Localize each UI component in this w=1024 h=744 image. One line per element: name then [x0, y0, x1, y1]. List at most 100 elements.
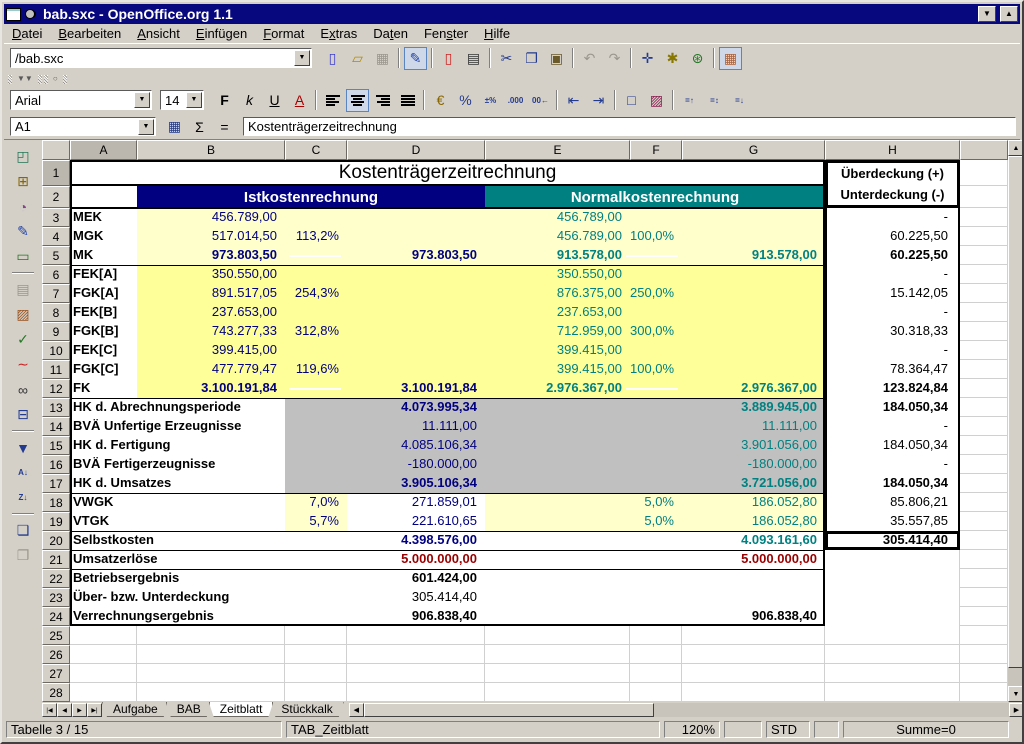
cell-F22[interactable]	[630, 569, 682, 588]
sheet-tab-zeitblatt[interactable]: Zeitblatt	[209, 702, 274, 717]
row-label-15[interactable]: HK d. Fertigung	[70, 436, 285, 455]
vertical-scroll-thumb[interactable]	[1008, 156, 1024, 668]
row-label-4[interactable]: MGK	[70, 227, 137, 246]
cell-B7[interactable]: 891.517,05	[137, 284, 285, 303]
row-header-4[interactable]: 4	[42, 227, 70, 246]
insert-mode[interactable]: STD	[766, 721, 810, 738]
cell-B5[interactable]: 973.803,50	[137, 246, 285, 265]
insert-cells-icon[interactable]: ⊞	[12, 170, 35, 193]
cell-G21[interactable]: 5.000.000,00	[682, 550, 825, 569]
cell-D24[interactable]: 906.838,40	[347, 607, 485, 626]
minimize-button[interactable]: ▼	[978, 6, 996, 22]
cell-E7[interactable]: 876.375,00	[485, 284, 630, 303]
formula-input[interactable]: Kostenträgerzeitrechnung	[243, 117, 1016, 136]
cell-H27[interactable]	[825, 664, 960, 683]
undo-icon[interactable]: ↶	[578, 47, 601, 70]
cell-F19[interactable]: 5,0%	[630, 512, 682, 531]
grid-corner[interactable]	[42, 140, 70, 160]
cell-F8[interactable]	[630, 303, 682, 322]
row-header-25[interactable]: 25	[42, 626, 70, 645]
cell-X1[interactable]	[960, 160, 1008, 186]
column-header-C[interactable]: C	[285, 140, 347, 160]
cell-C6[interactable]	[285, 265, 347, 284]
increase-indent-icon[interactable]: ⇥	[587, 89, 610, 112]
draw-functions-icon[interactable]: ✎	[12, 220, 35, 243]
cell-G3[interactable]	[682, 208, 825, 227]
cell-X5[interactable]	[960, 246, 1008, 265]
new-document-icon[interactable]: ▯	[321, 47, 344, 70]
cell-D22[interactable]: 601.424,00	[347, 569, 485, 588]
cell-F18[interactable]: 5,0%	[630, 493, 682, 512]
next-sheet-icon[interactable]: ▶	[72, 703, 87, 717]
form-controls-icon[interactable]: ▭	[12, 245, 35, 268]
cell-B12[interactable]: 3.100.191,84	[137, 379, 285, 398]
chevron-down-icon[interactable]: ▼	[186, 92, 202, 108]
pin-icon[interactable]	[25, 9, 35, 19]
toolbar-grip[interactable]	[44, 75, 48, 84]
cell-X6[interactable]	[960, 265, 1008, 284]
cell-F14[interactable]	[630, 417, 682, 436]
sum-icon[interactable]: Σ	[188, 115, 211, 138]
cell-D8[interactable]	[347, 303, 485, 322]
row-header-20[interactable]: 20	[42, 531, 70, 550]
insert-object-icon[interactable]: ◔	[12, 195, 35, 218]
column-header-A[interactable]: A	[70, 140, 137, 160]
menu-einfgen[interactable]: Einfügen	[188, 24, 255, 43]
align-bottom-icon[interactable]: =↓	[728, 89, 751, 112]
cell-G4[interactable]	[682, 227, 825, 246]
cell-C4[interactable]: 113,2%	[285, 227, 347, 246]
cell-G8[interactable]	[682, 303, 825, 322]
cell-B4[interactable]: 517.014,50	[137, 227, 285, 246]
spellcheck-icon[interactable]: ✓	[12, 328, 35, 351]
row-label-12[interactable]: FK	[70, 379, 137, 398]
cell-C8[interactable]	[285, 303, 347, 322]
scroll-left-icon[interactable]: ◀	[349, 703, 364, 717]
group-icon[interactable]: ❏	[12, 519, 35, 542]
row-label-8[interactable]: FEK[B]	[70, 303, 137, 322]
cell-H15[interactable]: 184.050,34	[825, 436, 960, 455]
cell-B26[interactable]	[137, 645, 285, 664]
cell-A25[interactable]	[70, 626, 137, 645]
cell-B11[interactable]: 477.779,47	[137, 360, 285, 379]
cell-B28[interactable]	[137, 683, 285, 702]
navigator-icon[interactable]: ✛	[636, 47, 659, 70]
cell-D6[interactable]	[347, 265, 485, 284]
cell-X19[interactable]	[960, 512, 1008, 531]
column-header-partial[interactable]	[960, 140, 1008, 160]
cell-G24[interactable]: 906.838,40	[682, 607, 825, 626]
cell-H28[interactable]	[825, 683, 960, 702]
cell-A28[interactable]	[70, 683, 137, 702]
italic-icon[interactable]: k	[238, 89, 261, 112]
row-header-13[interactable]: 13	[42, 398, 70, 417]
chevron-down-icon[interactable]: ▼	[134, 92, 150, 108]
cell-E16[interactable]	[485, 455, 630, 474]
cell-H26[interactable]	[825, 645, 960, 664]
borders-icon[interactable]: □	[620, 89, 643, 112]
row-label-11[interactable]: FGK[C]	[70, 360, 137, 379]
row-label-14[interactable]: BVÄ Unfertige Erzeugnisse	[70, 417, 285, 436]
row-header-24[interactable]: 24	[42, 607, 70, 626]
font-color-icon[interactable]: A	[288, 89, 311, 112]
row-header-5[interactable]: 5	[42, 246, 70, 265]
cell-X4[interactable]	[960, 227, 1008, 246]
cell-E22[interactable]	[485, 569, 630, 588]
cell-F15[interactable]	[630, 436, 682, 455]
row-header-1[interactable]: 1	[42, 160, 70, 186]
cell-H18[interactable]: 85.806,21	[825, 493, 960, 512]
cell-F28[interactable]	[630, 683, 682, 702]
row-label-20[interactable]: Selbstkosten	[70, 531, 285, 550]
cell-X26[interactable]	[960, 645, 1008, 664]
cell-D7[interactable]	[347, 284, 485, 303]
delete-decimal-icon[interactable]: 00←	[529, 89, 552, 112]
cell-F24[interactable]	[630, 607, 682, 626]
cell-B8[interactable]: 237.653,00	[137, 303, 285, 322]
cell-G22[interactable]	[682, 569, 825, 588]
cell-E19[interactable]	[485, 512, 630, 531]
gallery-icon[interactable]: ▦	[719, 47, 742, 70]
cell-G23[interactable]	[682, 588, 825, 607]
menu-extras[interactable]: Extras	[312, 24, 365, 43]
cell-C11[interactable]: 119,6%	[285, 360, 347, 379]
cell-X13[interactable]	[960, 398, 1008, 417]
cell-D19[interactable]: 221.610,65	[347, 512, 485, 531]
background-color-icon[interactable]: ▨	[645, 89, 668, 112]
